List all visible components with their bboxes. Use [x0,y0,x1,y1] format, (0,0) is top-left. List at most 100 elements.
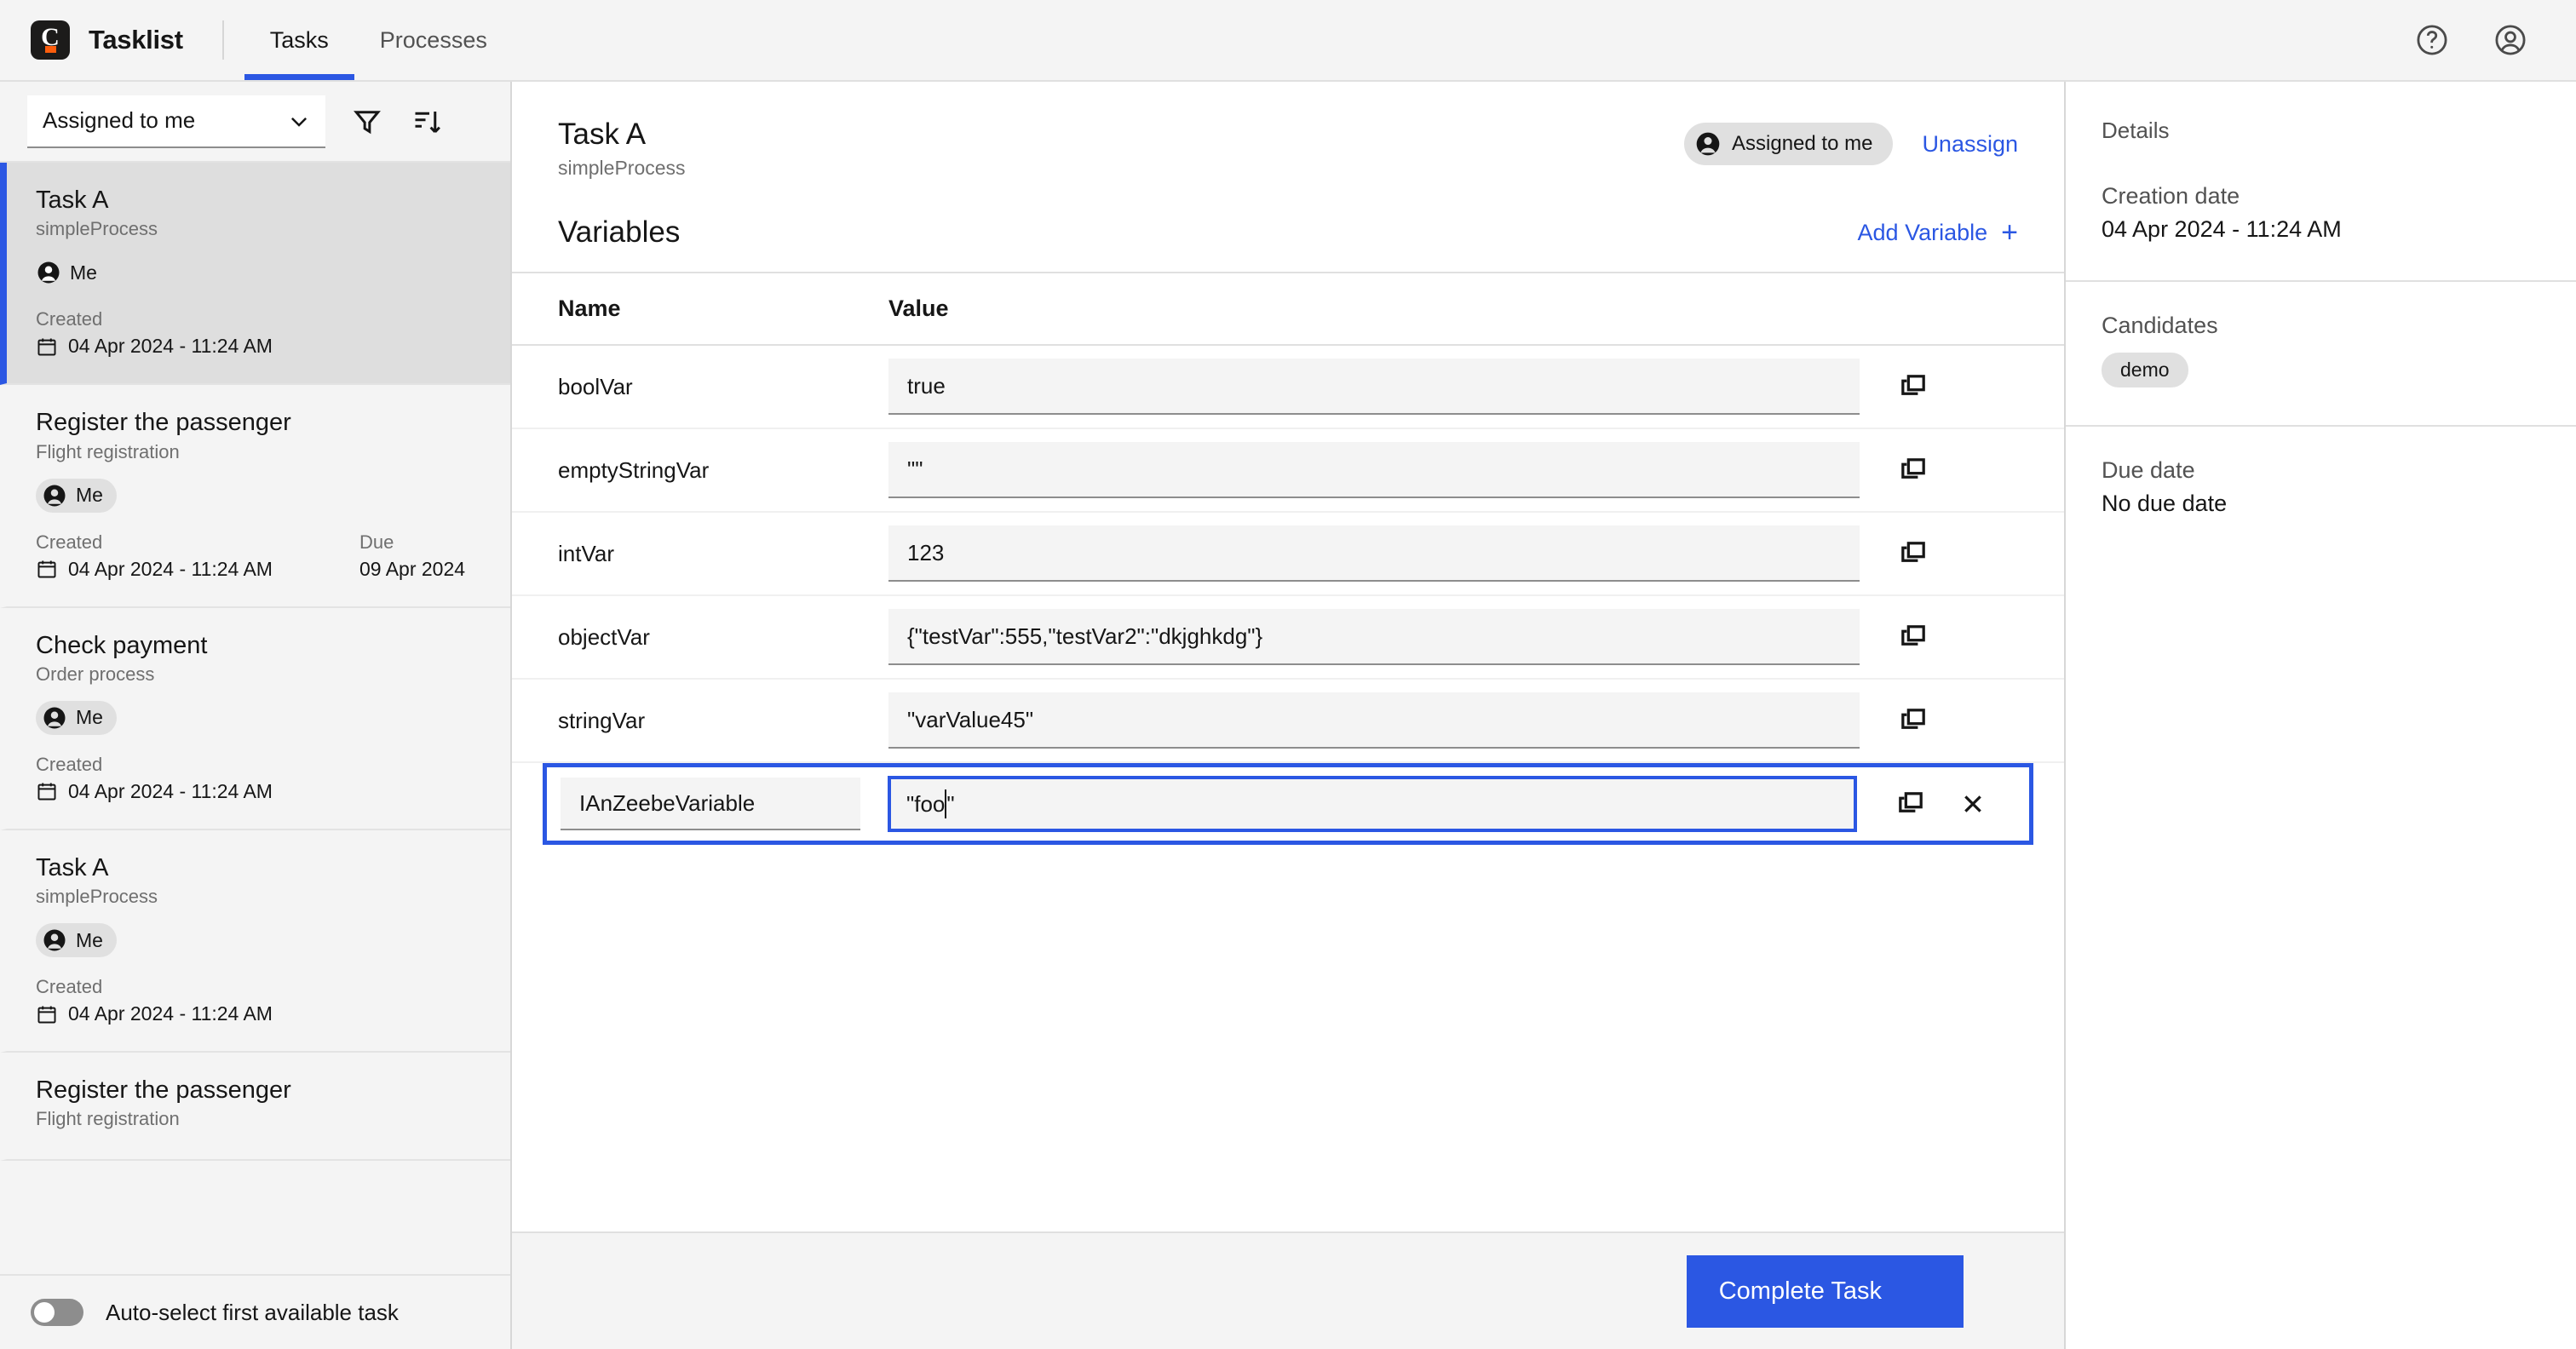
task-created-value-row: 04 Apr 2024 - 11:24 AM [36,1002,359,1025]
task-created-value: 04 Apr 2024 - 11:24 AM [68,1002,273,1025]
page-title: Task A [558,118,647,151]
task-title: Task A [36,853,109,881]
candidate-chip: demo [2102,353,2188,387]
tab-tasks[interactable]: Tasks [244,0,354,80]
help-circle-icon[interactable] [2412,20,2452,60]
auto-select-toggle[interactable] [31,1299,83,1326]
copy-icon[interactable] [1899,706,1928,735]
new-variable-name-input[interactable]: IAnZeebeVariable [561,778,860,831]
app-title: Tasklist [89,25,183,55]
creation-date-value: 04 Apr 2024 - 11:24 AM [2102,216,2342,242]
variable-row-actions [1860,372,2018,401]
user-icon [37,261,60,284]
tab-processes[interactable]: Processes [354,0,513,80]
copy-icon[interactable] [1896,789,1925,818]
assigned-status-label: Assigned to me [1732,132,1873,155]
brand-divider [221,20,224,60]
new-variable-row: IAnZeebeVariable "foo " [543,763,2033,846]
close-x-icon[interactable] [1959,790,1987,818]
task-created-label: Created [36,976,103,997]
task-process-name: Flight registration [36,440,180,462]
calendar-icon [37,783,56,801]
variable-name: boolVar [558,373,633,399]
task-list-item[interactable]: Register the passenger Flight registrati… [0,385,510,608]
task-created-col: Created 04 Apr 2024 - 11:24 AM [36,531,359,581]
variable-value-input[interactable]: "varValue45" [888,692,1860,749]
auto-select-label: Auto-select first available task [106,1299,399,1325]
new-variable-value-after-caret: " [946,790,955,817]
task-meta: Created 04 Apr 2024 - 11:24 AM Due 09 Ap… [36,531,481,581]
variable-row: boolVar true [512,346,2064,430]
task-list-sidebar: Assigned to me Task A simpleProcess Me C… [0,82,512,1349]
copy-icon[interactable] [1899,623,1928,652]
task-list-item[interactable]: Task A simpleProcess Me Created 04 Apr 2… [0,163,510,386]
task-list-item[interactable]: Check payment Order process Me Created 0… [0,607,510,830]
variables-table: Name Value boolVar true emptyStringVar "… [512,272,2064,1231]
task-created-value: 04 Apr 2024 - 11:24 AM [68,335,273,358]
variable-value-input[interactable]: "" [888,442,1860,499]
chevron-down-icon [286,108,312,134]
details-panel: Details Creation date 04 Apr 2024 - 11:2… [2064,82,2576,1349]
task-list-item[interactable]: Register the passenger Flight registrati… [0,1053,510,1162]
task-meta: Created 04 Apr 2024 - 11:24 AM [36,976,481,1025]
user-icon [1696,132,1720,156]
variable-row: stringVar "varValue45" [512,680,2064,764]
variables-title: Variables [558,215,681,250]
copy-icon[interactable] [1899,539,1928,568]
add-variable-label: Add Variable [1857,219,1988,245]
unassign-button[interactable]: Unassign [1922,131,2018,158]
brand-area[interactable]: C Tasklist [0,0,183,80]
variable-name: stringVar [558,707,646,733]
task-detail-header: Task A simpleProcess Assigned to me Unas… [512,82,2064,272]
copy-icon[interactable] [1899,456,1928,485]
task-created-label: Created [36,308,103,330]
variable-row-actions [1860,539,2018,568]
calendar-icon [37,1005,56,1024]
creation-date-block: Creation date 04 Apr 2024 - 11:24 AM [2066,183,2576,280]
task-process-name: simpleProcess [36,886,158,907]
assigned-status-badge: Assigned to me [1684,123,1894,165]
variable-value-input[interactable]: {"testVar":555,"testVar2":"dkjghkdg"} [888,609,1860,666]
candidates-block: Candidates demo [2066,280,2576,425]
new-variable-value-input[interactable]: "foo " [888,776,1857,833]
user-icon [43,929,66,951]
creation-date-label: Creation date [2102,183,2240,209]
candidates-label: Candidates [2102,313,2218,338]
sort-descending-icon[interactable] [409,104,445,140]
task-detail-footer: Complete Task [512,1231,2064,1349]
variable-row-actions [1860,456,2018,485]
camunda-logo-icon: C [31,20,70,60]
task-due-label: Due [359,531,394,553]
task-created-col: Created 04 Apr 2024 - 11:24 AM [36,308,359,358]
task-title: Check payment [36,631,208,659]
complete-task-button[interactable]: Complete Task [1686,1254,1964,1328]
column-header-value: Value [888,296,949,322]
assignment-filter-dropdown[interactable]: Assigned to me [27,95,325,148]
variable-value-input[interactable]: 123 [888,525,1860,583]
task-assignee: Me [36,700,117,735]
task-created-value-row: 04 Apr 2024 - 11:24 AM [36,780,359,803]
task-list-item[interactable]: Task A simpleProcess Me Created 04 Apr 2… [0,829,510,1053]
column-header-name: Name [558,296,621,322]
due-date-block: Due date No due date [2066,425,2576,554]
details-panel-header: Details [2066,82,2576,183]
task-assignee: Me [36,255,111,290]
task-header-row: Task A simpleProcess Assigned to me Unas… [558,118,2018,180]
task-process-name: Order process [36,663,155,685]
top-navigation-bar: C Tasklist Tasks Processes [0,0,2576,82]
user-icon [43,707,66,729]
user-avatar-icon[interactable] [2491,20,2530,60]
task-due-value: 09 Apr 2024 [359,557,466,580]
variable-row-actions [1860,623,2018,652]
copy-icon[interactable] [1899,372,1928,401]
task-created-col: Created 04 Apr 2024 - 11:24 AM [36,754,359,803]
add-variable-button[interactable]: Add Variable + [1858,218,2018,247]
top-bar-actions [2412,0,2576,80]
variable-value-input[interactable]: true [888,359,1860,416]
variable-name: objectVar [558,623,650,650]
funnel-filter-icon[interactable] [349,104,385,140]
task-process-name: Flight registration [36,1108,180,1130]
task-process-name: simpleProcess [36,218,158,240]
variable-row: objectVar {"testVar":555,"testVar2":"dkj… [512,596,2064,680]
task-title: Register the passenger [36,1076,291,1104]
